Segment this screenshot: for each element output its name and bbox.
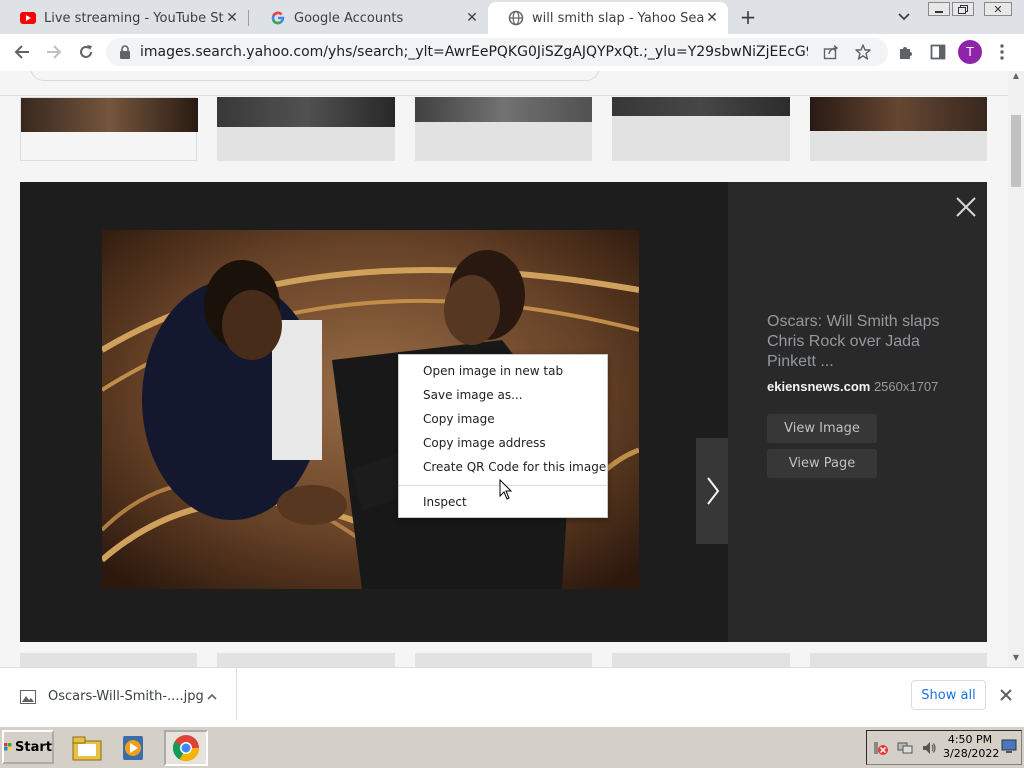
image-title[interactable]: Oscars: Will Smith slaps Chris Rock over… (767, 312, 957, 372)
clock[interactable]: 4:50 PM 3/28/2022 (943, 733, 1000, 761)
address-bar[interactable]: images.search.yahoo.com/yhs/search;_ylt=… (106, 38, 888, 66)
tab-close-icon[interactable]: ✕ (464, 10, 480, 26)
scrollbar-thumb[interactable] (1011, 115, 1021, 187)
close-shelf-button[interactable] (998, 687, 1014, 703)
tab-title: will smith slap - Yahoo Search Re (532, 10, 704, 26)
thumbnail-image (217, 97, 395, 127)
menu-item-save-image-as[interactable]: Save image as... (423, 388, 523, 402)
thumbnail-2[interactable] (217, 97, 395, 161)
scroll-up-icon[interactable]: ▲ (1012, 71, 1020, 81)
start-label: Start (15, 739, 52, 755)
menu-item-create-qr-code[interactable]: Create QR Code for this image (423, 460, 606, 474)
address-url: images.search.yahoo.com/yhs/search;_ylt=… (140, 44, 808, 60)
tab-yahoo-search[interactable]: will smith slap - Yahoo Search Re ✕ (488, 2, 728, 34)
forward-button[interactable] (40, 38, 68, 66)
profile-avatar[interactable]: T (958, 40, 982, 64)
tab-close-icon[interactable]: ✕ (704, 10, 720, 26)
reload-button[interactable] (72, 38, 100, 66)
scroll-down-icon[interactable]: ▼ (1012, 653, 1020, 663)
header-divider (0, 95, 1008, 96)
reload-icon (80, 45, 92, 58)
thumbnail-image (810, 97, 987, 131)
tab-search-icon[interactable] (894, 8, 914, 26)
thumbnail-row-2-item[interactable] (810, 653, 987, 667)
globe-icon (508, 10, 524, 26)
window-close-button[interactable]: ✕ (984, 2, 1012, 16)
minimize-icon (935, 11, 943, 13)
thumbnail-1[interactable] (20, 97, 198, 161)
thumbnail-row-2-item[interactable] (20, 653, 197, 667)
tab-youtube-studio[interactable]: Live streaming - YouTube Studio ✕ (0, 2, 248, 34)
thumbnail-image (612, 97, 790, 116)
thumbnail-3[interactable] (415, 97, 592, 161)
lock-icon[interactable] (118, 45, 132, 59)
menu-item-copy-image-address[interactable]: Copy image address (423, 436, 546, 450)
volume-icon[interactable] (921, 740, 937, 756)
youtube-icon (20, 10, 36, 26)
extensions-puzzle-icon[interactable] (896, 42, 916, 62)
mouse-cursor-icon (499, 479, 513, 500)
download-filename[interactable]: Oscars-Will-Smith-....jpg (48, 689, 204, 704)
restore-icon (958, 4, 968, 14)
page-scrollbar[interactable]: ▲ ▼ (1008, 71, 1024, 667)
thumbnail-5[interactable] (810, 97, 987, 161)
show-desktop-icon[interactable] (1001, 738, 1017, 756)
close-icon (956, 197, 976, 217)
system-tray: 4:50 PM 3/28/2022 (866, 730, 1022, 765)
start-button[interactable]: Start (2, 730, 54, 764)
thumbnail-row-2-item[interactable] (217, 653, 395, 667)
new-tab-button[interactable]: + (736, 5, 760, 29)
thumbnail-image (21, 98, 198, 132)
google-icon (270, 10, 286, 26)
tab-title: Google Accounts (294, 10, 404, 26)
minimize-button[interactable] (928, 2, 950, 16)
windows-logo-icon (4, 742, 12, 751)
tab-close-icon[interactable]: ✕ (224, 10, 240, 26)
tab-google-accounts[interactable]: Google Accounts ✕ (250, 2, 488, 34)
download-options-chevron-icon[interactable] (204, 690, 220, 704)
thumbnail-image (415, 97, 592, 122)
search-box-remnant (30, 71, 600, 81)
share-icon[interactable] (822, 43, 840, 61)
image-source-line: ekiensnews.com 2560x1707 (767, 379, 977, 394)
forward-arrow-icon (47, 45, 62, 59)
show-all-button[interactable]: Show all (911, 680, 986, 710)
tab-title: Live streaming - YouTube Studio (44, 10, 224, 26)
image-file-icon (20, 689, 36, 705)
close-icon (1000, 689, 1012, 701)
download-shelf: Oscars-Will-Smith-....jpg Show all (0, 667, 1024, 726)
back-arrow-icon (14, 45, 29, 59)
security-alert-icon[interactable] (873, 740, 889, 756)
back-button[interactable] (8, 38, 36, 66)
clock-time: 4:50 PM (947, 733, 993, 746)
tab-divider (248, 10, 249, 26)
image-info-panel: Oscars: Will Smith slaps Chris Rock over… (728, 182, 987, 642)
menu-item-inspect[interactable]: Inspect (423, 495, 467, 509)
chrome-taskbar-icon[interactable] (164, 730, 208, 766)
view-page-button[interactable]: View Page (767, 449, 877, 478)
chevron-right-icon (707, 477, 720, 505)
next-image-button[interactable] (696, 438, 730, 544)
image-dimensions: 2560x1707 (873, 379, 939, 394)
clock-date: 3/28/2022 (943, 747, 1000, 760)
close-viewer-button[interactable] (953, 194, 979, 220)
thumbnail-row-2-item[interactable] (612, 653, 790, 667)
menu-item-open-image-new-tab[interactable]: Open image in new tab (423, 364, 563, 378)
browser-menu-icon[interactable] (994, 42, 1010, 62)
shelf-divider (236, 668, 237, 720)
tab-strip: Live streaming - YouTube Studio ✕ Google… (0, 0, 1024, 34)
media-player-taskbar-icon[interactable] (118, 733, 148, 763)
thumbnail-row-2-item[interactable] (415, 653, 592, 667)
windows-taskbar: Start 4:50 PM 3/28/2022 (0, 726, 1024, 768)
side-panel-icon[interactable] (928, 42, 948, 62)
network-icon[interactable] (897, 740, 913, 756)
restore-button[interactable] (952, 2, 974, 16)
bookmark-star-icon[interactable] (854, 43, 872, 61)
image-source[interactable]: ekiensnews.com (767, 379, 870, 394)
file-explorer-taskbar-icon[interactable] (70, 733, 104, 763)
thumbnail-4[interactable] (612, 97, 790, 161)
view-image-button[interactable]: View Image (767, 414, 877, 443)
menu-item-copy-image[interactable]: Copy image (423, 412, 495, 426)
